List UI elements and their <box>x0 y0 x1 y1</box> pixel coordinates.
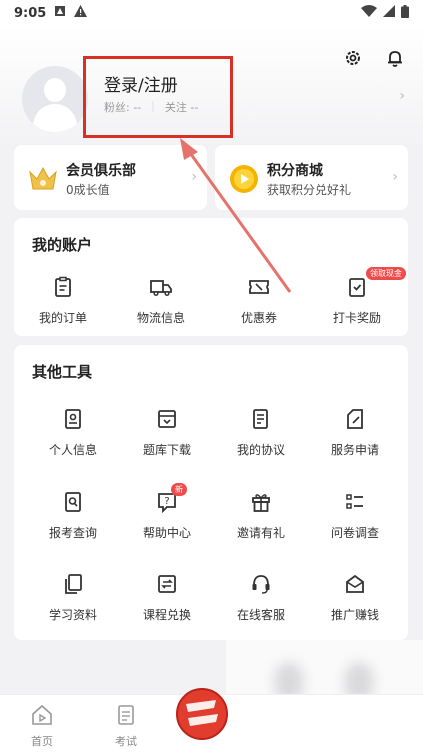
coin-icon <box>228 163 260 195</box>
wifi-icon <box>361 5 377 21</box>
promo-badge-icon[interactable] <box>176 682 228 742</box>
other-tools-title: 其他工具 <box>32 363 93 381</box>
survey-label: 问卷调查 <box>330 526 379 540</box>
help-center-item[interactable]: ? 新 帮助中心 <box>118 483 216 541</box>
course-exchange-label: 课程兑换 <box>142 608 191 622</box>
question-bank-download-item[interactable]: 题库下载 <box>118 407 216 458</box>
coupons-label: 优惠券 <box>240 311 277 325</box>
points-mall-title: 积分商城 <box>267 163 323 179</box>
new-badge: 新 <box>171 483 187 496</box>
other-tools-card: 其他工具 个人信息 题库下载 我的协议 服务申请 报考查询 ? 新 帮助中心 邀… <box>14 345 408 640</box>
personal-info-label: 个人信息 <box>48 443 97 457</box>
my-orders-label: 我的订单 <box>38 311 87 325</box>
service-request-label: 服务申请 <box>330 443 379 457</box>
list-icon <box>343 490 367 514</box>
battery-icon <box>401 4 409 22</box>
chevron-right-icon[interactable]: › <box>399 88 405 104</box>
signal-icon <box>383 5 395 21</box>
gift-icon <box>249 490 273 514</box>
invite-gift-item[interactable]: 邀请有礼 <box>212 490 310 541</box>
online-service-label: 在线客服 <box>236 608 285 622</box>
truck-icon <box>149 275 173 299</box>
profile-card-icon <box>61 407 85 431</box>
crown-icon <box>27 163 59 195</box>
promote-earn-item[interactable]: 推广赚钱 <box>306 572 404 623</box>
help-center-label: 帮助中心 <box>142 526 191 540</box>
status-time: 9:05 <box>14 5 47 21</box>
settings-gear-icon[interactable] <box>343 48 363 68</box>
notification-bell-icon[interactable] <box>385 48 405 68</box>
points-mall-card[interactable]: 积分商城 获取积分兑好礼 › <box>215 145 408 210</box>
divider: | <box>151 99 155 112</box>
exchange-icon <box>155 572 179 596</box>
coupons-item[interactable]: 优惠券 <box>210 275 308 326</box>
warning-icon <box>74 5 88 21</box>
my-agreements-label: 我的协议 <box>236 443 285 457</box>
exam-query-label: 报考查询 <box>48 526 97 540</box>
study-materials-item[interactable]: 学习资料 <box>24 572 122 623</box>
search-doc-icon <box>61 490 85 514</box>
status-bar: 9:05 <box>0 0 423 26</box>
cash-badge: 领取现金 <box>366 267 406 280</box>
nav-exam[interactable]: 考试 <box>96 703 156 749</box>
my-agreements-item[interactable]: 我的协议 <box>212 407 310 458</box>
home-icon <box>30 703 54 727</box>
fans-count: 粉丝: -- <box>104 101 142 114</box>
online-service-item[interactable]: 在线客服 <box>212 572 310 623</box>
chevron-right-icon: › <box>191 169 197 185</box>
member-club-card[interactable]: 会员俱乐部 0成长值 › <box>14 145 207 210</box>
login-register-link[interactable]: 登录/注册 <box>104 71 178 96</box>
service-request-item[interactable]: 服务申请 <box>306 407 404 458</box>
checkin-reward-item[interactable]: 领取现金 打卡奖励 <box>308 267 406 326</box>
follow-stats: 粉丝: -- | 关注 -- <box>104 99 198 115</box>
exam-query-item[interactable]: 报考查询 <box>24 490 122 541</box>
avatar[interactable] <box>22 66 88 132</box>
study-materials-label: 学习资料 <box>48 608 97 622</box>
promote-earn-label: 推广赚钱 <box>330 608 379 622</box>
notification-icon <box>54 5 66 21</box>
my-orders-item[interactable]: 我的订单 <box>14 275 112 326</box>
account-title: 我的账户 <box>32 236 93 254</box>
invite-gift-label: 邀请有礼 <box>236 526 285 540</box>
survey-item[interactable]: 问卷调查 <box>306 490 404 541</box>
logistics-item[interactable]: 物流信息 <box>112 275 210 326</box>
svg-text:?: ? <box>164 496 169 507</box>
question-bank-download-label: 题库下载 <box>142 443 191 457</box>
logistics-label: 物流信息 <box>136 311 185 325</box>
mail-money-icon <box>343 572 367 596</box>
nav-home[interactable]: 首页 <box>12 703 72 749</box>
checkin-icon <box>345 275 369 299</box>
clipboard-icon <box>51 275 75 299</box>
ticket-icon <box>247 275 271 299</box>
headset-icon <box>249 572 273 596</box>
chevron-right-icon: › <box>392 169 398 185</box>
document-icon <box>249 407 273 431</box>
course-exchange-item[interactable]: 课程兑换 <box>118 572 216 623</box>
account-card: 我的账户 我的订单 物流信息 优惠券 领取现金 打卡奖励 <box>14 218 408 336</box>
nav-exam-label: 考试 <box>115 735 137 748</box>
follow-count: 关注 -- <box>164 101 199 114</box>
edit-icon <box>343 407 367 431</box>
member-club-subtitle: 0成长值 <box>66 183 110 197</box>
personal-info-item[interactable]: 个人信息 <box>24 407 122 458</box>
points-mall-subtitle: 获取积分兑好礼 <box>267 183 352 197</box>
nav-home-label: 首页 <box>31 735 53 748</box>
checkin-reward-label: 打卡奖励 <box>332 311 381 325</box>
download-icon <box>155 407 179 431</box>
member-club-title: 会员俱乐部 <box>66 163 136 179</box>
files-icon <box>61 572 85 596</box>
exam-icon <box>114 703 138 727</box>
login-highlight-box <box>83 56 233 138</box>
